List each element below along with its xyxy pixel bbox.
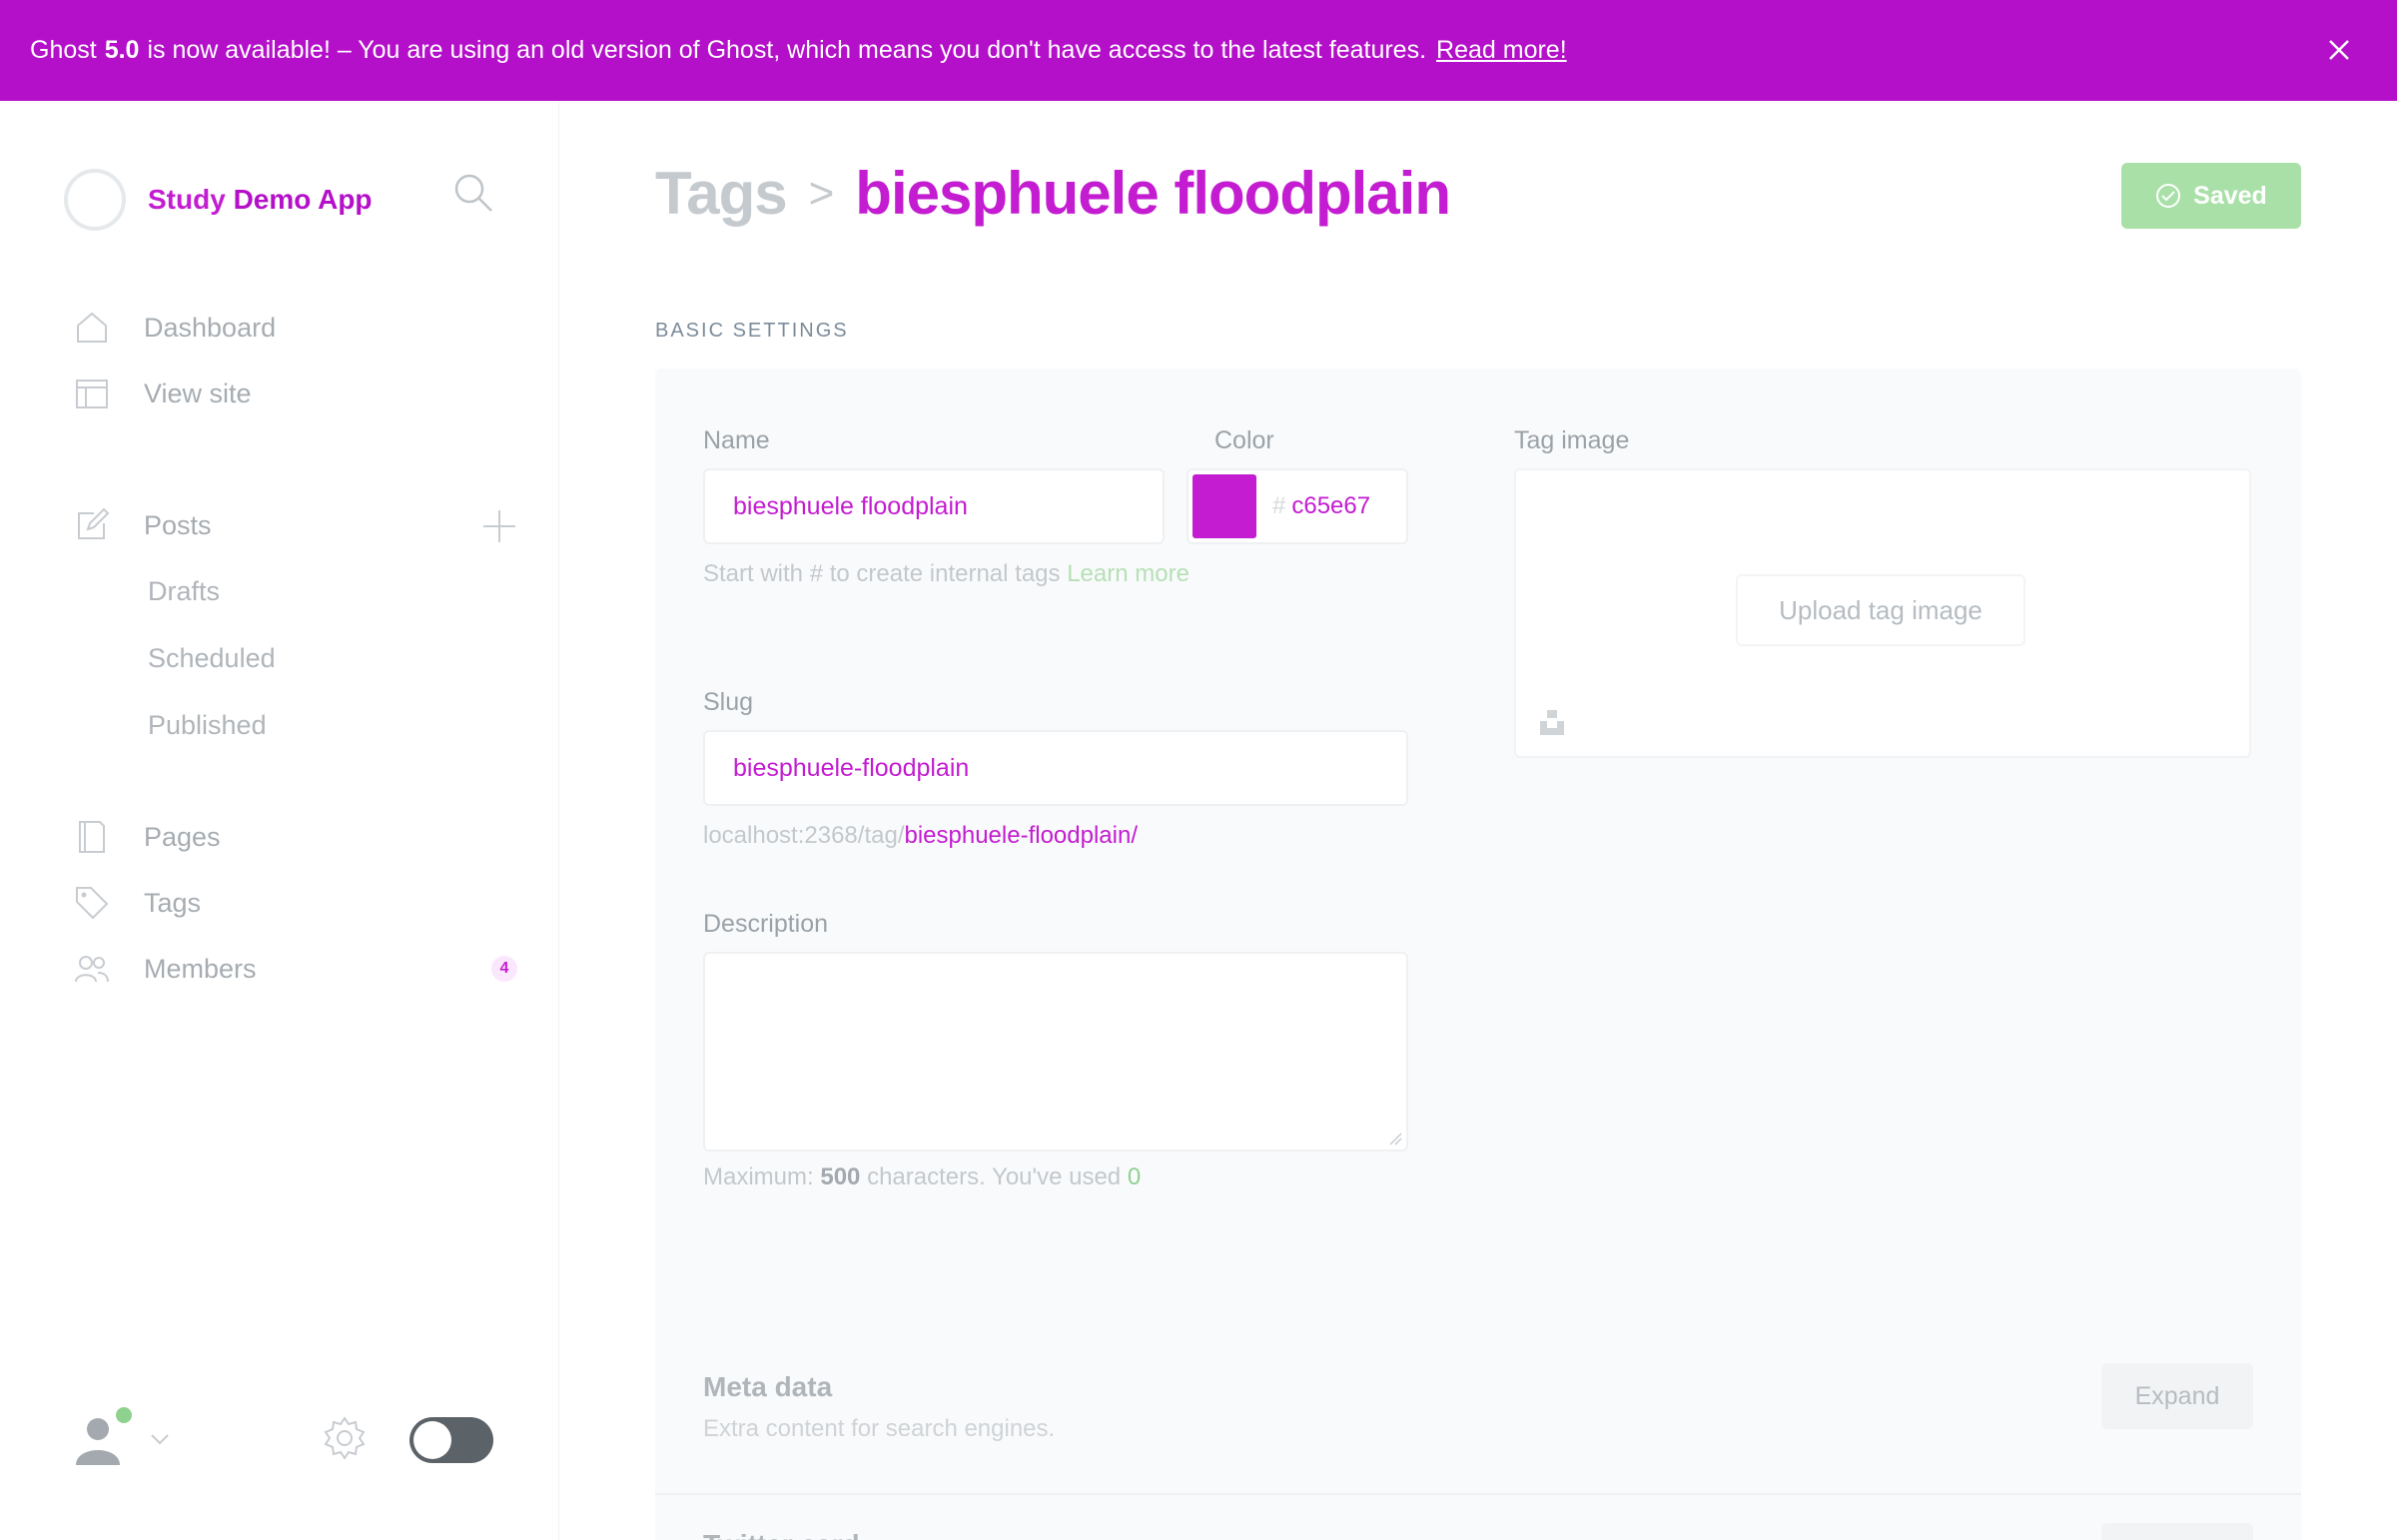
color-swatch[interactable] <box>1193 474 1256 538</box>
nav-posts: Posts Drafts Scheduled Published <box>72 492 515 759</box>
twitter-card-title: Twitter card <box>703 1529 860 1540</box>
sidebar-item-posts[interactable]: Posts <box>72 492 515 558</box>
basic-settings-card: Name biesphuele floodplain Start with # … <box>655 369 2301 1347</box>
sidebar-item-dashboard[interactable]: Dashboard <box>72 295 511 361</box>
meta-data-title: Meta data <box>703 1371 833 1402</box>
learn-more-link[interactable]: Learn more <box>1067 560 1190 587</box>
sidebar-item-label: Pages <box>144 821 221 852</box>
tag-icon <box>72 883 112 923</box>
section-basic-settings: BASIC SETTINGS <box>655 320 849 342</box>
chevron-down-icon <box>148 1427 172 1451</box>
banner-read-more-link[interactable]: Read more! <box>1436 36 1567 65</box>
avatar-icon <box>70 1407 132 1467</box>
sidebar-item-tags[interactable]: Tags <box>72 870 511 936</box>
sidebar-item-label: Posts <box>144 509 212 540</box>
page-icon <box>72 817 112 857</box>
sidebar-item-pages[interactable]: Pages <box>72 804 511 870</box>
sidebar-item-label: Dashboard <box>144 312 277 343</box>
close-icon[interactable] <box>2319 30 2359 70</box>
color-label: Color <box>1214 426 1274 454</box>
counter-used: 0 <box>1127 1163 1142 1190</box>
counter-max: 500 <box>820 1163 861 1190</box>
name-label: Name <box>703 426 770 454</box>
nav-secondary: Pages Tags Members 4 <box>72 804 517 1002</box>
unsplash-icon[interactable] <box>1538 708 1566 736</box>
nav-primary: Dashboard View site <box>72 295 511 426</box>
color-field[interactable]: # c65e67 <box>1187 468 1408 544</box>
name-hint-text: Start with # to create internal tags <box>703 560 1061 587</box>
tag-image-label: Tag image <box>1514 426 1630 454</box>
twitter-expand-button[interactable] <box>2101 1523 2253 1540</box>
banner-text: – You are using an old version of Ghost,… <box>337 36 1427 64</box>
banner-prefix: Ghost <box>30 36 97 64</box>
name-input[interactable]: biesphuele floodplain <box>703 468 1165 544</box>
sidebar-item-drafts[interactable]: Drafts <box>72 558 511 625</box>
slug-url-prefix: localhost:2368/tag/ <box>703 822 905 849</box>
home-icon <box>72 308 112 348</box>
color-hash: # <box>1272 492 1286 519</box>
upload-tag-image-button[interactable]: Upload tag image <box>1736 574 2025 646</box>
counter-prefix: Maximum: <box>703 1163 814 1190</box>
sidebar-item-label: Tags <box>144 887 202 918</box>
sidebar: Study Demo App Dashboard View site Posts <box>0 101 559 1540</box>
edit-icon <box>72 505 112 545</box>
sidebar-item-label: Members <box>144 953 257 984</box>
toggle-knob <box>413 1421 451 1459</box>
saved-button[interactable]: Saved <box>2121 163 2301 229</box>
sidebar-item-published[interactable]: Published <box>72 692 511 759</box>
night-mode-toggle[interactable] <box>409 1417 493 1463</box>
meta-data-card: Meta data Extra content for search engin… <box>655 1317 2301 1540</box>
brand-name: Study Demo App <box>148 184 373 216</box>
description-label: Description <box>703 910 829 938</box>
brand[interactable]: Study Demo App <box>64 165 373 235</box>
user-menu[interactable] <box>70 1399 172 1479</box>
gear-icon[interactable] <box>322 1415 368 1461</box>
tag-image-uploader: Upload tag image <box>1514 468 2251 758</box>
breadcrumb-tags[interactable]: Tags <box>655 159 788 228</box>
breadcrumb-separator: > <box>808 168 835 218</box>
main-content: Tags > biesphuele floodplain Saved BASIC… <box>559 101 2397 1540</box>
color-hex-value[interactable]: c65e67 <box>1291 492 1370 520</box>
sidebar-item-view-site[interactable]: View site <box>72 361 511 426</box>
window-icon <box>72 374 112 413</box>
breadcrumb-current-tag: biesphuele floodplain <box>855 160 1451 227</box>
slug-input[interactable]: biesphuele-floodplain <box>703 730 1408 806</box>
sidebar-item-members[interactable]: Members 4 <box>72 936 517 1002</box>
slug-url-tag: biesphuele-floodplain/ <box>904 822 1138 849</box>
slug-label: Slug <box>703 688 754 716</box>
banner-version: 5.0 <box>104 36 140 64</box>
saved-label: Saved <box>2193 181 2267 210</box>
sidebar-item-scheduled[interactable]: Scheduled <box>72 625 511 692</box>
check-icon <box>2155 183 2181 209</box>
banner-middle: is now available! <box>147 36 331 64</box>
online-status-dot <box>116 1407 132 1423</box>
resize-handle-icon[interactable] <box>1388 1132 1402 1146</box>
divider <box>655 1493 2301 1495</box>
description-counter: Maximum: 500 characters. You've used 0 <box>703 1163 1141 1191</box>
update-banner: Ghost 5.0 is now available! – You are us… <box>0 0 2397 101</box>
brand-logo <box>64 169 126 231</box>
name-hint: Start with # to create internal tags Lea… <box>703 554 1202 594</box>
sidebar-item-label: View site <box>144 378 252 408</box>
meta-expand-button[interactable]: Expand <box>2101 1363 2253 1429</box>
members-icon <box>72 949 112 989</box>
slug-url-preview: localhost:2368/tag/biesphuele-floodplain… <box>703 816 1138 856</box>
description-textarea[interactable] <box>703 952 1408 1152</box>
search-icon[interactable] <box>451 171 495 215</box>
members-count-badge: 4 <box>491 956 517 982</box>
meta-data-subtitle: Extra content for search engines. <box>703 1415 1056 1442</box>
plus-icon[interactable] <box>479 506 519 546</box>
page-title: Tags > biesphuele floodplain <box>655 159 1451 228</box>
brand-name-main: Demo App <box>233 184 373 215</box>
brand-name-prefix: Study <box>148 184 226 215</box>
counter-mid: characters. You've used <box>867 1163 1122 1190</box>
